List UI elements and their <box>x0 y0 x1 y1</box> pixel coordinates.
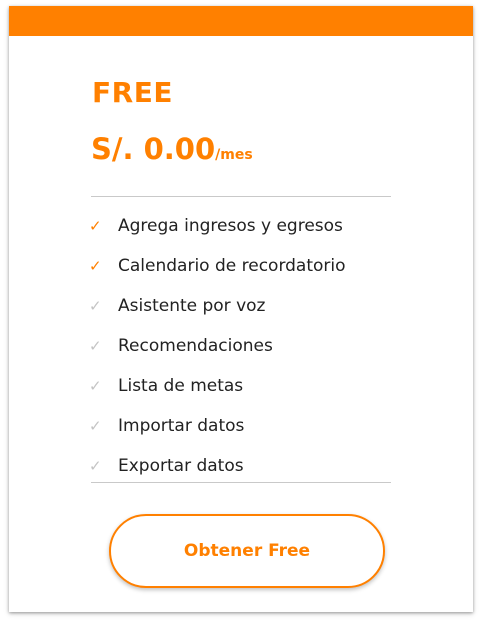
feature-label: Calendario de recordatorio <box>118 256 346 276</box>
check-icon: ✓ <box>89 217 102 235</box>
feature-label: Recomendaciones <box>118 336 273 356</box>
feature-item: ✓ Importar datos <box>89 406 346 446</box>
pricing-card: FREE S/. 0.00/mes ✓ Agrega ingresos y eg… <box>9 6 473 612</box>
price-period: /mes <box>215 147 253 163</box>
check-icon: ✓ <box>89 377 102 395</box>
check-icon: ✓ <box>89 297 102 315</box>
feature-label: Asistente por voz <box>118 296 266 316</box>
feature-label: Exportar datos <box>118 456 244 476</box>
get-free-button[interactable]: Obtener Free <box>109 514 385 588</box>
divider-bottom <box>91 482 391 483</box>
feature-item: ✓ Asistente por voz <box>89 286 346 326</box>
feature-item: ✓ Agrega ingresos y egresos <box>89 206 346 246</box>
price: S/. 0.00/mes <box>91 132 253 166</box>
feature-item: ✓ Exportar datos <box>89 446 346 486</box>
accent-top-bar <box>9 6 473 36</box>
feature-label: Agrega ingresos y egresos <box>118 216 343 236</box>
feature-item: ✓ Lista de metas <box>89 366 346 406</box>
divider-top <box>91 196 391 197</box>
price-amount: S/. 0.00 <box>91 132 216 166</box>
plan-name: FREE <box>92 76 173 109</box>
feature-label: Lista de metas <box>118 376 244 396</box>
feature-list: ✓ Agrega ingresos y egresos ✓ Calendario… <box>89 206 346 486</box>
check-icon: ✓ <box>89 337 102 355</box>
check-icon: ✓ <box>89 257 102 275</box>
check-icon: ✓ <box>89 457 102 475</box>
feature-item: ✓ Recomendaciones <box>89 326 346 366</box>
feature-item: ✓ Calendario de recordatorio <box>89 246 346 286</box>
feature-label: Importar datos <box>118 416 245 436</box>
check-icon: ✓ <box>89 417 102 435</box>
